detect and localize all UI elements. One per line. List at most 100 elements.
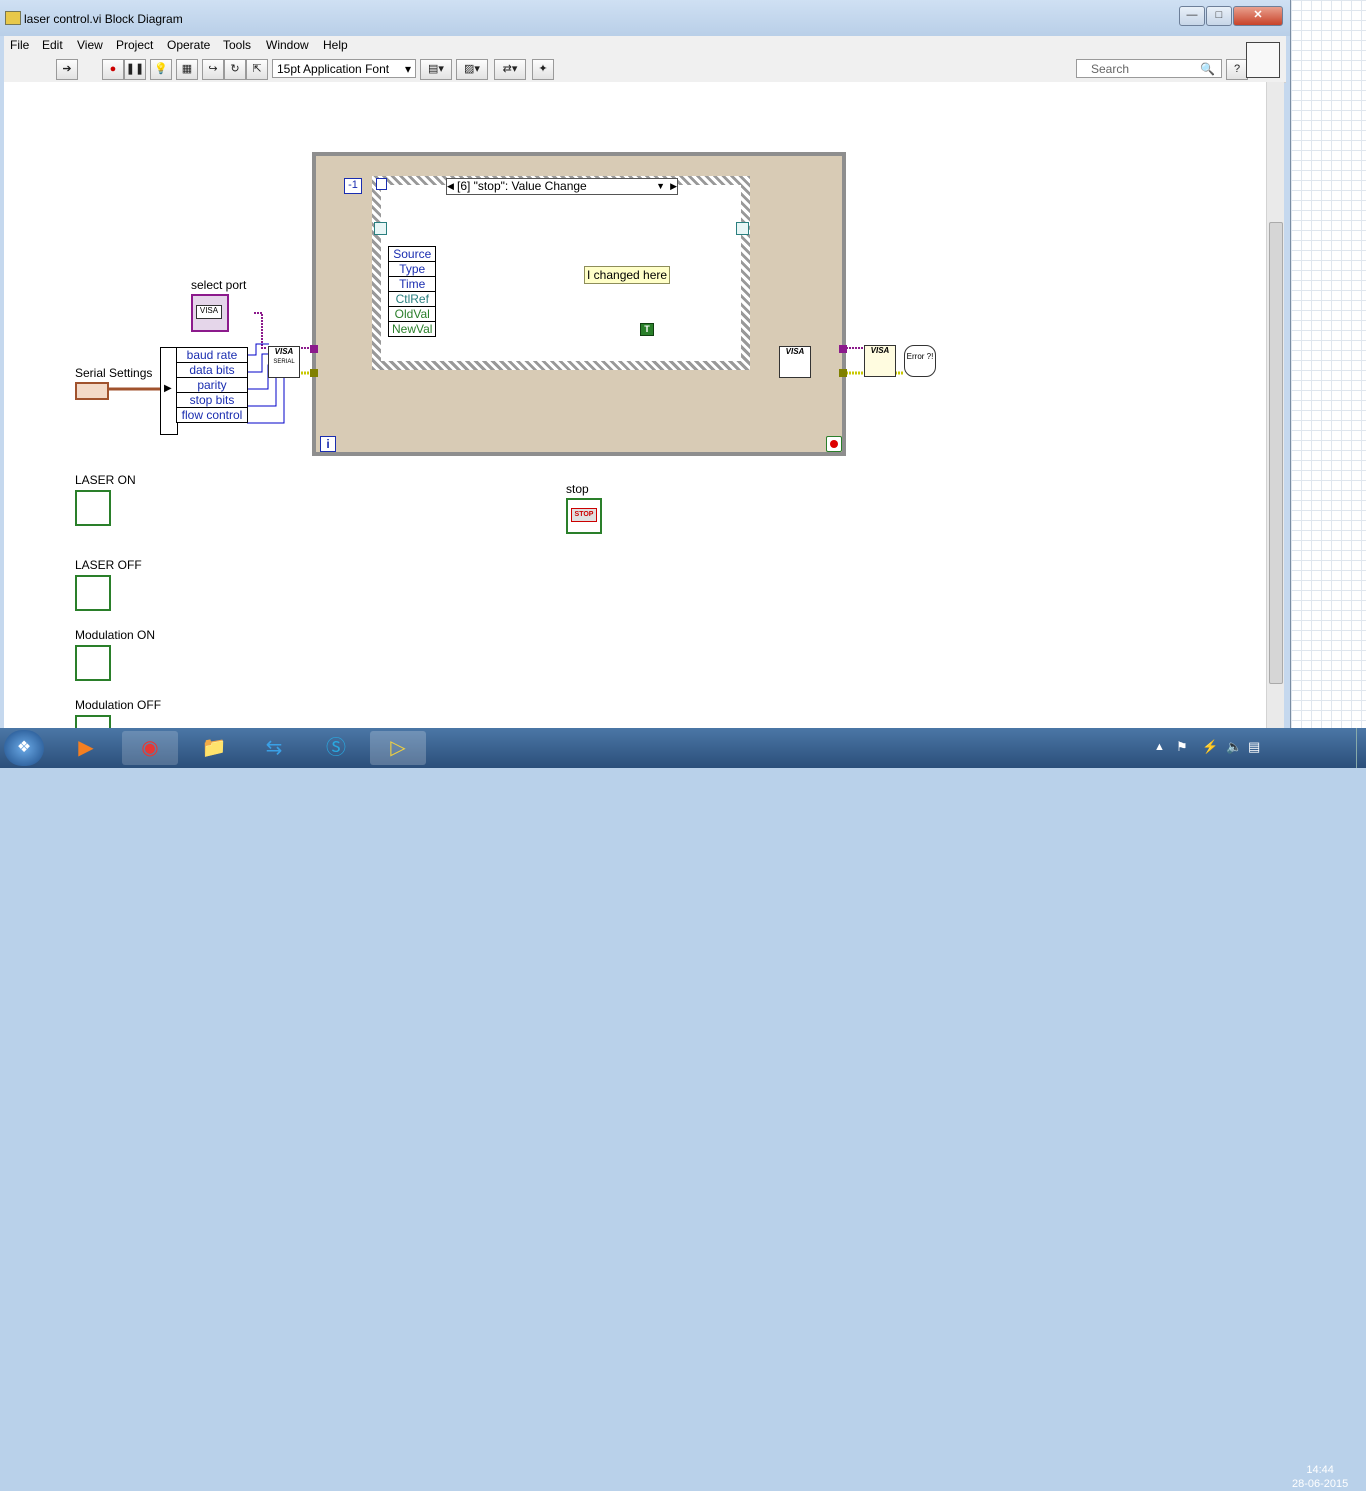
context-help-button[interactable]: ? — [1226, 59, 1248, 80]
step-out-icon[interactable]: ⇱ — [246, 59, 268, 80]
stop-sign-icon — [830, 440, 838, 448]
stop-label: stop — [566, 482, 589, 496]
reorder-icon[interactable]: ⇄▾ — [494, 59, 526, 80]
network-icon[interactable]: ▤ — [1248, 739, 1260, 755]
event-case-selector[interactable]: [6] "stop": Value Change ◀ ▼ ▶ — [446, 178, 678, 195]
labview-vi-icon — [5, 11, 21, 25]
menu-window[interactable]: Window — [266, 38, 309, 52]
maximize-button[interactable]: □ — [1206, 6, 1232, 26]
front-panel-window-partial[interactable] — [1291, 0, 1366, 728]
menu-file[interactable]: File — [10, 38, 29, 52]
action-center-icon[interactable]: ⚑ — [1176, 739, 1188, 755]
event-data-source[interactable]: Source — [387, 246, 437, 262]
menu-project[interactable]: Project — [116, 38, 153, 52]
minimize-button[interactable]: — — [1179, 6, 1205, 26]
right-tunnel-icon — [736, 222, 749, 235]
step-over-icon[interactable]: ↻ — [224, 59, 246, 80]
retain-wire-values-icon[interactable]: ▦ — [176, 59, 198, 80]
visa-output-tunnel — [839, 345, 847, 353]
skype-taskbar-icon[interactable]: Ⓢ — [308, 731, 364, 765]
laser-off-control[interactable] — [75, 575, 111, 611]
visa-resource-icon: VISA — [196, 305, 222, 319]
menu-view[interactable]: View — [77, 38, 103, 52]
laser-off-label: LASER OFF — [75, 558, 142, 572]
serial-text: SERIAL — [273, 359, 295, 365]
iteration-terminal: i — [320, 436, 336, 452]
show-hidden-icons[interactable]: ▲ — [1154, 741, 1165, 753]
close-button[interactable]: ✕ — [1233, 6, 1283, 26]
show-desktop-button[interactable] — [1356, 728, 1366, 768]
scrollbar-thumb[interactable] — [1269, 222, 1283, 684]
stop-button-text: STOP — [571, 508, 597, 522]
cluster-item-flow-control[interactable]: flow control — [176, 407, 248, 423]
visa-write-node[interactable]: VISA — [779, 346, 811, 378]
select-port-control[interactable]: VISA — [191, 294, 229, 332]
true-constant[interactable]: T — [640, 323, 654, 336]
search-icon[interactable]: 🔍 — [1200, 60, 1215, 79]
stop-condition-terminal[interactable] — [826, 436, 842, 452]
window-title: laser control.vi Block Diagram — [24, 12, 183, 26]
laser-on-control[interactable] — [75, 490, 111, 526]
menu-operate[interactable]: Operate — [167, 38, 210, 52]
event-data-time[interactable]: Time — [387, 276, 437, 292]
timeout-hourglass-icon — [376, 178, 387, 190]
vertical-scrollbar[interactable] — [1266, 82, 1284, 728]
clean-up-diagram-icon[interactable]: ✦ — [532, 59, 554, 80]
databits-wire — [247, 353, 269, 373]
timeout-constant[interactable]: -1 — [344, 178, 362, 194]
modulation-off-label: Modulation OFF — [75, 698, 162, 712]
highlight-execution-icon[interactable]: 💡 — [150, 59, 172, 80]
increment-arrow-icon[interactable]: ▶ — [670, 179, 677, 194]
font-selector[interactable]: 15pt Application Font ▾ — [272, 59, 416, 78]
step-into-icon[interactable]: ↪ — [202, 59, 224, 80]
event-data-ctlref[interactable]: CtlRef — [387, 291, 437, 307]
block-diagram-canvas[interactable]: select port VISA Serial Settings ▶ baud … — [4, 82, 1266, 730]
font-selector-value: 15pt Application Font — [277, 62, 390, 76]
start-button[interactable]: ❖ — [4, 730, 44, 766]
free-label-comment[interactable]: I changed here — [584, 266, 671, 284]
error-input-tunnel — [310, 369, 318, 377]
cluster-item-baud-rate[interactable]: baud rate — [176, 347, 248, 363]
block-diagram-window: laser control.vi Block Diagram — □ ✕ Fil… — [0, 0, 1291, 730]
menu-edit[interactable]: Edit — [42, 38, 63, 52]
vi-icon-connector-pane[interactable] — [1246, 42, 1280, 78]
title-bar[interactable]: laser control.vi Block Diagram — □ ✕ — [0, 0, 1290, 36]
abort-icon[interactable]: ● — [102, 59, 124, 80]
search-input[interactable]: Search 🔍 — [1076, 59, 1222, 78]
search-placeholder: Search — [1091, 62, 1130, 76]
labview-taskbar-icon[interactable]: ▷ — [370, 731, 426, 765]
event-data-newval[interactable]: NewVal — [387, 321, 437, 337]
visa-close-node[interactable]: VISA — [864, 345, 896, 377]
menu-tools[interactable]: Tools — [223, 38, 251, 52]
cluster-item-stop-bits[interactable]: stop bits — [176, 392, 248, 408]
clock[interactable]: 14:44 28-06-2015 — [1292, 1463, 1348, 1491]
visa-wire-in — [254, 312, 267, 349]
serial-settings-label: Serial Settings — [75, 366, 153, 380]
volume-icon[interactable]: 🔈 — [1226, 739, 1242, 755]
distribute-objects-icon[interactable]: ▨▾ — [456, 59, 488, 80]
chevron-down-icon[interactable]: ▼ — [656, 179, 665, 194]
teamviewer-taskbar-icon[interactable]: ⇆ — [246, 731, 302, 765]
baud-wire — [247, 343, 269, 356]
visa-configure-serial-port-node[interactable]: VISA SERIAL — [268, 346, 300, 378]
simple-error-handler-node[interactable]: Error ?! — [904, 345, 936, 377]
align-objects-icon[interactable]: ▤▾ — [420, 59, 452, 80]
event-case-label: [6] "stop": Value Change — [457, 179, 587, 193]
media-player-taskbar-icon[interactable]: ▶ — [58, 731, 114, 765]
event-data-type[interactable]: Type — [387, 261, 437, 277]
menu-help[interactable]: Help — [323, 38, 348, 52]
cluster-item-data-bits[interactable]: data bits — [176, 362, 248, 378]
cluster-item-parity[interactable]: parity — [176, 377, 248, 393]
pause-icon[interactable]: ❚❚ — [124, 59, 146, 80]
chrome-taskbar-icon[interactable]: ◉ — [122, 731, 178, 765]
run-arrow-icon[interactable]: ➔ — [56, 59, 78, 80]
clock-date: 28-06-2015 — [1292, 1478, 1349, 1490]
event-data-oldval[interactable]: OldVal — [387, 306, 437, 322]
decrement-arrow-icon[interactable]: ◀ — [447, 179, 454, 194]
modulation-on-control[interactable] — [75, 645, 111, 681]
serial-settings-control[interactable] — [75, 382, 109, 400]
stop-control[interactable]: STOP — [566, 498, 602, 534]
power-icon[interactable]: ⚡ — [1202, 739, 1218, 755]
file-explorer-taskbar-icon[interactable]: 📁 — [186, 731, 242, 765]
clock-time: 14:44 — [1306, 1464, 1334, 1476]
